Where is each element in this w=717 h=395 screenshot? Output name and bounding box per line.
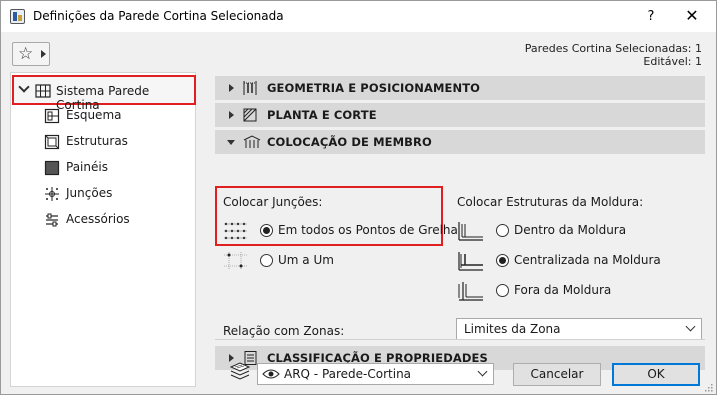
tree-item-label: Painéis xyxy=(66,160,108,174)
zones-select[interactable]: Limites da Zona xyxy=(456,318,702,340)
radio-label: Dentro da Moldura xyxy=(514,223,627,237)
window-title: Definições da Parede Cortina Selecionada xyxy=(33,9,284,23)
layers-icon xyxy=(229,362,251,385)
tree-item-label: Esquema xyxy=(66,108,122,122)
frame-outside-icon xyxy=(457,281,485,304)
selection-info: Paredes Cortina Selecionadas: 1 Editável… xyxy=(525,42,702,68)
chevron-down-icon xyxy=(685,321,696,332)
zones-select-value: Limites da Zona xyxy=(464,322,561,336)
tree-item-label: Acessórios xyxy=(66,212,130,226)
settings-tree: Sistema Parede Cortina Esquema Estrutura… xyxy=(10,72,196,387)
accessories-icon xyxy=(44,212,60,231)
selected-count: Paredes Cortina Selecionadas: 1 xyxy=(524,42,702,55)
frame-inside-icon xyxy=(457,221,485,244)
resize-grip-icon[interactable] xyxy=(703,381,713,392)
section-title: GEOMETRIA E POSICIONAMENTO xyxy=(267,81,481,95)
dialog-window: Definições da Parede Cortina Selecionada… xyxy=(0,0,717,395)
star-icon: ☆ xyxy=(18,44,34,64)
scheme-icon xyxy=(44,108,60,127)
panels-icon xyxy=(44,160,60,179)
curtain-wall-icon xyxy=(35,83,51,102)
radio-button[interactable] xyxy=(496,284,509,297)
caret-right-icon[interactable] xyxy=(229,111,234,119)
radio-centered-frame[interactable]: Centralizada na Moldura xyxy=(457,251,697,271)
section-title: PLANTA E CORTE xyxy=(267,108,377,122)
radio-label: Centralizada na Moldura xyxy=(514,253,661,267)
radio-button[interactable] xyxy=(496,224,509,237)
caret-right-icon xyxy=(41,50,46,58)
app-icon xyxy=(10,9,25,24)
placement-icon xyxy=(242,134,262,153)
title-bar: Definições da Parede Cortina Selecionada… xyxy=(1,1,716,32)
caret-down-icon[interactable] xyxy=(227,140,235,145)
radio-label: Fora da Moldura xyxy=(514,283,612,297)
junctions-group-label: Colocar Junções: xyxy=(223,195,323,209)
junctions-icon xyxy=(44,186,60,205)
single-point-icon xyxy=(223,251,251,274)
cancel-button[interactable]: Cancelar xyxy=(513,363,601,386)
radio-inside-frame[interactable]: Dentro da Moldura xyxy=(457,221,697,241)
zones-label: Relação com Zonas: xyxy=(223,324,345,338)
dialog-body: ☆ Paredes Cortina Selecionadas: 1 Editáv… xyxy=(1,32,716,394)
ok-button[interactable]: OK xyxy=(612,363,700,386)
radio-label: Em todos os Pontos de Grelha xyxy=(278,223,458,237)
eye-icon xyxy=(262,368,280,383)
tree-item-label: Estruturas xyxy=(66,134,128,148)
frames-group-label: Colocar Estruturas da Moldura: xyxy=(457,195,644,209)
footer-divider xyxy=(215,339,705,340)
help-button[interactable]: ? xyxy=(641,7,661,27)
layer-select-value: ARQ - Parede-Cortina xyxy=(284,367,412,381)
section-title: COLOCAÇÃO DE MEMBRO xyxy=(267,135,432,149)
favorites-button[interactable]: ☆ xyxy=(12,42,50,66)
chevron-down-icon xyxy=(477,366,488,377)
plan-icon xyxy=(242,107,260,126)
geometry-icon xyxy=(242,80,260,99)
frames-icon xyxy=(44,134,60,153)
radio-label: Um a Um xyxy=(278,253,334,267)
close-button[interactable]: ✕ xyxy=(681,5,703,27)
tree-item-label: Junções xyxy=(66,186,113,200)
editable-count: Editável: 1 xyxy=(643,55,702,68)
radio-all-grid-points[interactable]: Em todos os Pontos de Grelha xyxy=(223,221,458,244)
radio-button[interactable] xyxy=(496,254,509,267)
section-plan-section[interactable]: PLANTA E CORTE xyxy=(215,103,705,127)
radio-button[interactable] xyxy=(260,254,273,267)
radio-button[interactable] xyxy=(260,224,273,237)
radio-one-by-one[interactable]: Um a Um xyxy=(223,251,438,271)
radio-outside-frame[interactable]: Fora da Moldura xyxy=(457,281,697,301)
caret-right-icon[interactable] xyxy=(229,354,234,362)
layer-select[interactable]: ARQ - Parede-Cortina xyxy=(257,363,494,385)
caret-right-icon[interactable] xyxy=(229,84,234,92)
section-geometry[interactable]: GEOMETRIA E POSICIONAMENTO xyxy=(215,76,705,100)
grid-points-icon xyxy=(223,221,251,244)
tree-item-curtain-wall-system[interactable]: Sistema Parede Cortina xyxy=(12,75,196,112)
chevron-down-icon[interactable] xyxy=(18,81,30,93)
section-member-placement[interactable]: COLOCAÇÃO DE MEMBRO xyxy=(215,130,705,154)
frame-centered-icon xyxy=(457,251,485,274)
